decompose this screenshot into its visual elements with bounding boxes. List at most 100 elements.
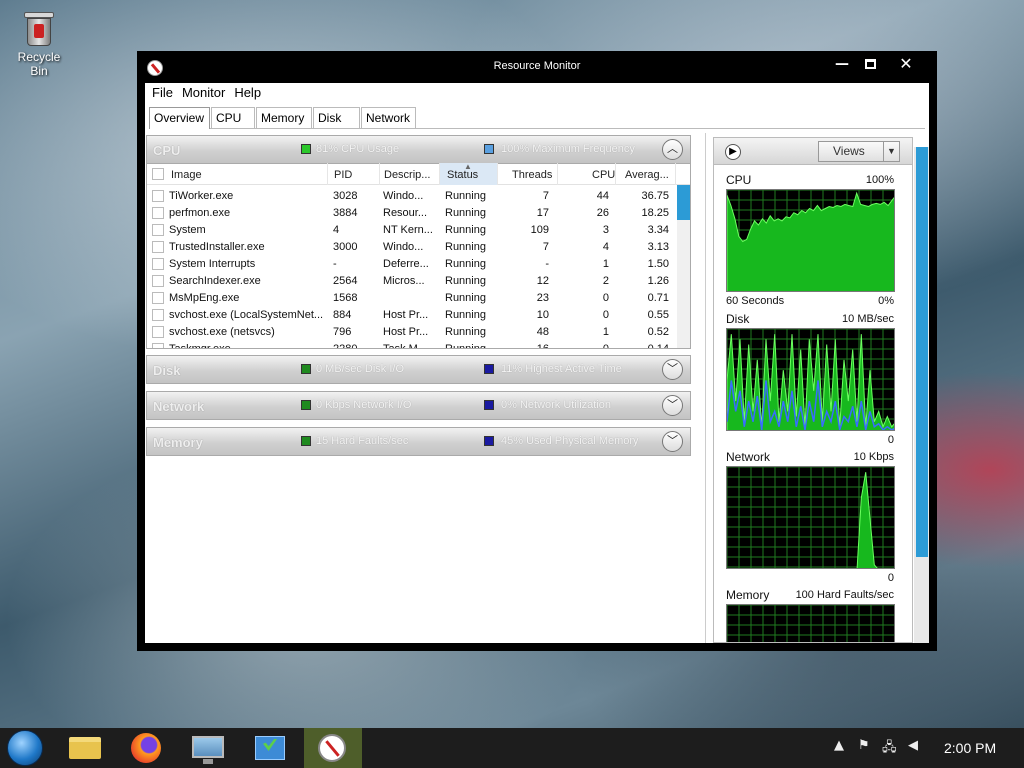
expand-disk-button[interactable]: ﹀ [662,359,683,380]
select-all-checkbox[interactable] [152,168,164,180]
process-cpu: 0 [602,292,609,304]
disk-section-header[interactable]: Disk 0 MB/sec Disk I/O 11% Highest Activ… [146,355,691,384]
maximize-button[interactable] [853,53,887,75]
taskbar-firefox[interactable] [118,728,176,768]
cpu-section-title: CPU [153,143,181,158]
views-button[interactable]: Views ▼ [818,141,900,162]
collapse-graphs-button[interactable]: ▶ [725,144,741,160]
row-checkbox[interactable] [152,309,164,321]
start-button[interactable] [0,728,58,768]
process-description: Host Pr... [383,326,429,338]
views-dropdown-icon[interactable]: ▼ [883,142,899,161]
taskbar-file-explorer[interactable] [56,728,114,768]
table-row[interactable]: TiWorker.exe 3028 Windo... Running 7 44 36.75 [147,188,677,205]
expand-memory-button[interactable]: ﹀ [662,431,683,452]
graphs-scrollbar[interactable] [914,147,929,643]
recycle-bin-desktop-icon[interactable]: Recycle Bin [8,8,70,78]
maximize-icon [864,59,876,69]
graphs-scroll-thumb[interactable] [916,147,928,557]
process-image: System [169,224,206,236]
row-checkbox[interactable] [152,292,164,304]
close-button[interactable]: ✕ [889,53,923,75]
cpu-process-table: ▲ Image PID Descrip... Status Threads CP… [146,163,691,349]
table-row[interactable]: Taskmgr.exe 2280 Task M... Running 16 0 0.14 [147,341,677,349]
show-hidden-icons-icon[interactable]: ▲ [834,738,844,753]
taskbar-clock[interactable]: 2:00 PM [944,740,996,756]
row-checkbox[interactable] [152,241,164,253]
memory-section-header[interactable]: Memory 15 Hard Faults/sec 45% Used Physi… [146,427,691,456]
row-checkbox[interactable] [152,326,164,338]
title-bar[interactable]: Resource Monitor — ✕ [137,51,937,83]
process-status: Running [445,224,486,236]
column-average-cpu[interactable]: Averag... [625,169,669,181]
collapse-cpu-button[interactable]: ︿ [662,139,683,160]
table-row[interactable]: MsMpEng.exe 1568 Running 23 0 0.71 [147,290,677,307]
panel-splitter[interactable] [705,133,706,643]
row-checkbox[interactable] [152,343,164,348]
column-cpu[interactable]: CPU [592,169,615,181]
network-utilization-swatch [484,400,494,410]
memory-graph-max: 100 Hard Faults/sec [795,589,894,601]
table-row[interactable]: System 4 NT Kern... Running 109 3 3.34 [147,222,677,239]
process-image: svchost.exe (LocalSystemNet... [169,309,324,321]
menu-monitor[interactable]: Monitor [179,83,231,103]
table-row[interactable]: perfmon.exe 3884 Resour... Running 17 26 18.25 [147,205,677,222]
network-tray-icon[interactable]: 🖧 [882,738,897,760]
column-pid[interactable]: PID [334,169,352,181]
tab-memory[interactable]: Memory [256,107,312,128]
disk-graph-max: 10 MB/sec [842,313,894,325]
column-description[interactable]: Descrip... [384,169,430,181]
recycle-bin-label: Recycle Bin [17,50,61,78]
process-pid: 884 [333,309,352,321]
cpu-graph-timespan: 60 Seconds [726,295,785,307]
table-row[interactable]: TrustedInstaller.exe 3000 Windo... Running 7… [147,239,677,256]
tab-network[interactable]: Network [361,107,416,128]
tab-overview[interactable]: Overview [149,107,210,129]
process-image: MsMpEng.exe [169,292,240,304]
expand-network-button[interactable]: ﹀ [662,395,683,416]
process-status: Running [445,190,486,202]
tab-strip: Overview CPU Memory Disk Network [149,107,925,129]
process-threads: 23 [536,292,549,304]
disk-graph [726,328,895,431]
column-status[interactable]: Status [447,169,478,181]
row-checkbox[interactable] [152,275,164,287]
table-row[interactable]: System Interrupts - Deferre... Running - 1 1.5… [147,256,677,273]
column-threads[interactable]: Threads [512,169,552,181]
process-average-cpu: 0.71 [647,292,669,304]
network-section-header[interactable]: Network 0 Kbps Network I/O 0% Network Ut… [146,391,691,420]
menu-file[interactable]: File [149,83,179,103]
process-threads: 48 [536,326,549,338]
disk-graph-plot [727,329,894,430]
cpu-table-scrollbar[interactable] [677,185,690,348]
cpu-table-scroll-thumb[interactable] [677,185,690,220]
taskbar-system-monitor[interactable] [180,728,238,768]
cpu-section-header[interactable]: CPU 81% CPU Usage 100% Maximum Frequency… [146,135,691,164]
action-center-flag-icon[interactable]: ⚑ [858,738,870,753]
table-row[interactable]: svchost.exe (netsvcs) 796 Host Pr... Runnin… [147,324,677,341]
folder-icon [69,737,101,759]
row-checkbox[interactable] [152,190,164,202]
process-threads: 7 [542,241,549,253]
process-cpu: 0 [602,309,609,321]
disk-graph-min: 0 [887,434,894,446]
overview-sections: CPU 81% CPU Usage 100% Maximum Frequency… [145,133,705,643]
row-checkbox[interactable] [152,258,164,270]
taskbar-software-installer[interactable] [242,728,300,768]
tab-cpu[interactable]: CPU [211,107,255,128]
menu-help[interactable]: Help [231,83,267,103]
process-average-cpu: 3.13 [647,241,669,253]
table-row[interactable]: SearchIndexer.exe 2564 Micros... Running 12 2… [147,273,677,290]
column-image[interactable]: Image [171,169,202,181]
volume-icon[interactable]: ◀ [908,738,918,753]
memory-section-title: Memory [153,435,203,450]
table-row[interactable]: svchost.exe (LocalSystemNet... 884 Host Pr… [147,307,677,324]
memory-graph [726,604,895,642]
process-average-cpu: 0.14 [647,343,669,349]
process-average-cpu: 18.25 [641,207,669,219]
network-graph-label: Network [726,450,771,464]
taskbar-resource-monitor[interactable] [304,728,362,768]
row-checkbox[interactable] [152,207,164,219]
tab-disk[interactable]: Disk [313,107,360,128]
row-checkbox[interactable] [152,224,164,236]
